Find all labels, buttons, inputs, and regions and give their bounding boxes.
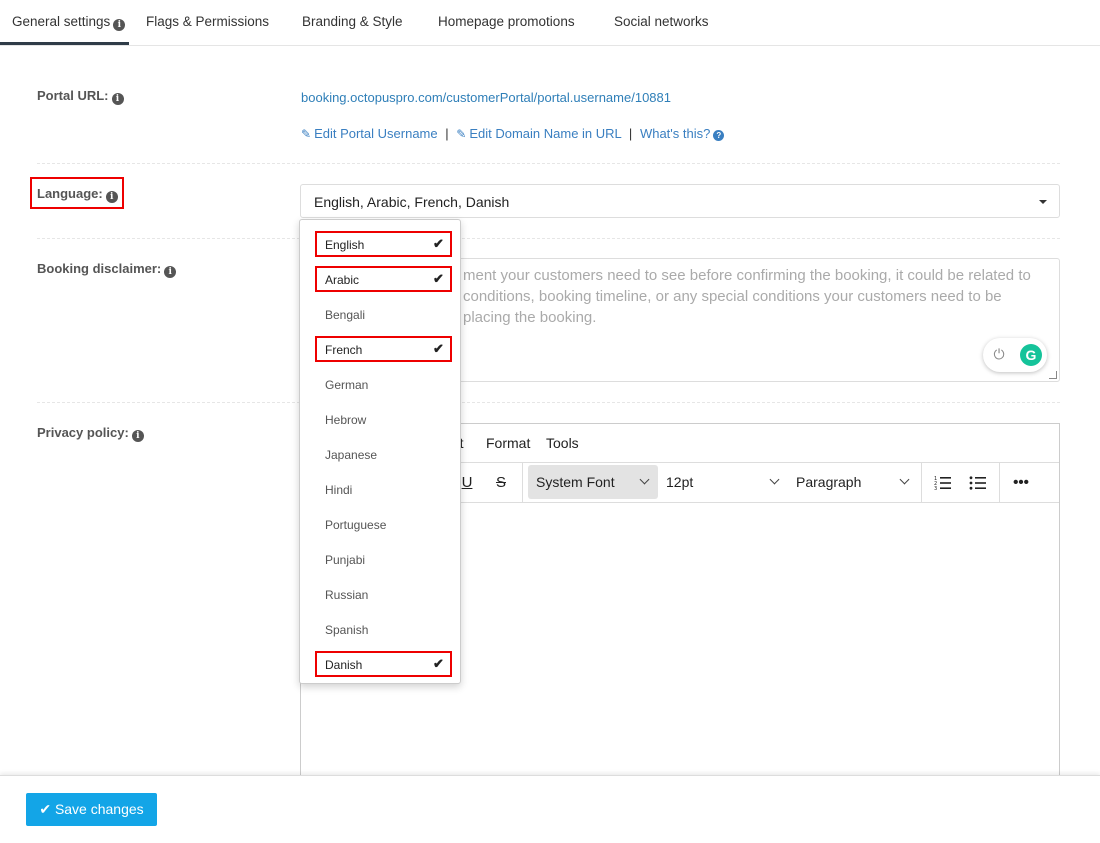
chevron-down-icon	[639, 474, 650, 485]
whats-this-link[interactable]: What's this??	[639, 126, 725, 141]
tab-branding-style[interactable]: Branding & Style	[302, 0, 403, 45]
tab-label: Homepage promotions	[438, 14, 575, 29]
language-option[interactable]: Russian	[325, 588, 368, 602]
bullet-list-icon[interactable]	[966, 471, 990, 495]
edit-portal-username-link[interactable]: ✎ Edit Portal Username	[301, 126, 438, 141]
portal-url-label: Portal URL: i	[37, 88, 124, 105]
option-highlight	[315, 231, 452, 257]
toolbar-separator	[921, 463, 922, 502]
info-icon[interactable]: i	[164, 266, 177, 278]
numbered-list-icon[interactable]: 123	[931, 471, 955, 495]
language-option[interactable]: Bengali	[325, 308, 365, 322]
tab-label: Branding & Style	[302, 14, 403, 29]
info-icon: i	[113, 19, 126, 31]
language-option[interactable]: Hindi	[325, 483, 352, 497]
tab-homepage-promotions[interactable]: Homepage promotions	[438, 0, 575, 45]
tab-label: General settings	[12, 14, 111, 29]
divider	[37, 402, 1060, 403]
select-value: Paragraph	[796, 474, 862, 490]
select-value: 12pt	[666, 474, 694, 490]
language-option[interactable]: German	[325, 378, 368, 392]
tab-flags-permissions[interactable]: Flags & Permissions	[146, 0, 269, 45]
privacy-policy-label: Privacy policy: i	[37, 425, 144, 442]
tab-social-networks[interactable]: Social networks	[614, 0, 709, 45]
pencil-icon: ✎	[301, 127, 312, 141]
tab-label: Flags & Permissions	[146, 14, 270, 29]
resize-handle[interactable]	[1049, 371, 1057, 379]
svg-text:3: 3	[934, 486, 937, 492]
label-text: Portal URL:	[37, 88, 109, 103]
toolbar-separator	[999, 463, 1000, 502]
toolbar-separator	[522, 463, 523, 502]
select-value: English, Arabic, French, Danish	[314, 194, 510, 210]
option-highlight	[315, 266, 452, 292]
option-highlight	[315, 651, 452, 677]
language-dropdown: English ✔ Arabic ✔ Bengali French ✔ German Hebro…	[299, 219, 461, 684]
power-icon[interactable]: ⏻	[991, 346, 1007, 362]
portal-edit-links: ✎ Edit Portal Username | ✎ Edit Domain Nam…	[301, 126, 725, 141]
option-highlight	[315, 336, 452, 362]
portal-url: booking.octopuspro.com/customerPortal/po…	[301, 90, 671, 105]
booking-disclaimer-label: Booking disclaimer: i	[37, 261, 177, 278]
link-text: Edit Domain Name in URL	[469, 126, 622, 141]
divider	[37, 163, 1060, 164]
settings-tabs: General settings i Flags & Permissions Br…	[0, 0, 1100, 46]
info-icon[interactable]: i	[111, 93, 124, 105]
menu-tools[interactable]: Tools	[546, 435, 579, 451]
check-icon: ✔	[39, 801, 55, 817]
save-button[interactable]: ✔ Save changes	[26, 793, 157, 826]
info-icon[interactable]: i	[131, 430, 144, 442]
chevron-down-icon	[769, 474, 780, 485]
language-label-highlight	[30, 177, 124, 209]
question-icon: ?	[713, 130, 725, 141]
edit-domain-name-link[interactable]: ✎ Edit Domain Name in URL	[456, 126, 621, 141]
divider: |	[445, 126, 449, 141]
language-option[interactable]: Spanish	[325, 623, 368, 637]
link-text: Edit Portal Username	[314, 126, 438, 141]
menu-format[interactable]: Format	[486, 435, 530, 451]
language-option[interactable]: Hebrow	[325, 413, 366, 427]
language-select[interactable]: English, Arabic, French, Danish	[300, 184, 1060, 218]
font-family-select[interactable]: System Font	[528, 465, 658, 499]
footer-bar: ✔ Save changes	[0, 775, 1100, 843]
label-text: Booking disclaimer:	[37, 261, 162, 276]
strikethrough-button[interactable]: S	[491, 471, 511, 495]
block-format-select[interactable]: Paragraph	[796, 465, 916, 499]
link-text: What's this?	[639, 126, 711, 141]
caret-down-icon	[1039, 200, 1047, 204]
grammarly-widget[interactable]: ⏻ G	[983, 338, 1047, 372]
grammarly-icon[interactable]: G	[1020, 344, 1042, 366]
more-icon[interactable]: •••	[1009, 471, 1033, 495]
divider	[37, 238, 1060, 239]
chevron-down-icon	[899, 474, 910, 485]
tab-general-settings[interactable]: General settings i	[0, 0, 129, 45]
font-size-select[interactable]: 12pt	[666, 465, 786, 499]
language-option[interactable]: Portuguese	[325, 518, 386, 532]
tab-label: Social networks	[614, 14, 709, 29]
label-text: Privacy policy:	[37, 425, 129, 440]
button-label: Save changes	[54, 801, 144, 817]
select-value: System Font	[536, 474, 615, 490]
language-option[interactable]: Punjabi	[325, 553, 365, 567]
divider: |	[628, 126, 633, 141]
language-option[interactable]: Japanese	[325, 448, 377, 462]
pencil-icon: ✎	[456, 127, 467, 141]
